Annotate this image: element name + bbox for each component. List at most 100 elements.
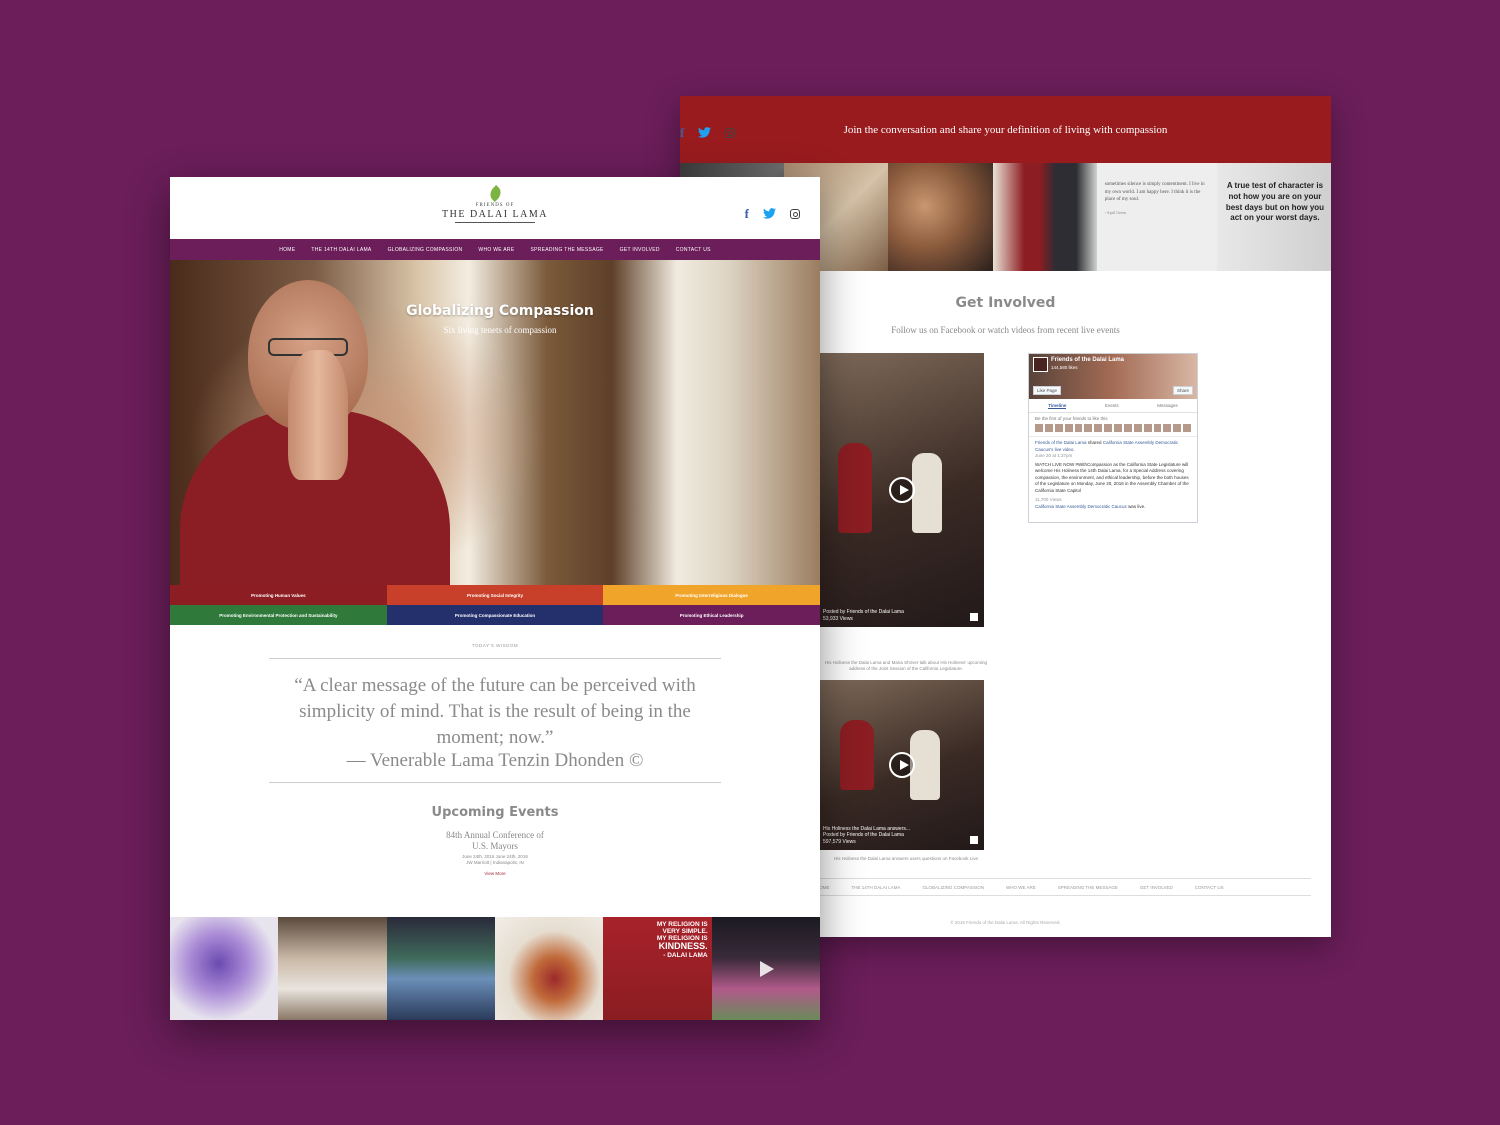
tenets-grid: Promoting Human Values Promoting Social …	[170, 585, 820, 625]
footer-nav-spreading[interactable]: SPREADING THE MESSAGE	[1058, 885, 1118, 890]
friend-avatar[interactable]	[1133, 424, 1142, 432]
friend-avatar[interactable]	[1153, 424, 1162, 432]
event-name[interactable]: 84th Annual Conference of U.S. Mayors	[170, 830, 820, 851]
twitter-icon[interactable]	[763, 208, 776, 219]
video-2-poster: Posted by Friends of the Dalai Lama	[823, 832, 904, 838]
hero-image: Globalizing Compassion Six living tenets…	[170, 260, 820, 585]
facebook-icon	[970, 836, 978, 844]
tenet-interreligious-dialogue[interactable]: Promoting Interreligious Dialogue	[603, 585, 820, 605]
tenet-environmental-protection[interactable]: Promoting Environmental Protection and S…	[170, 605, 387, 625]
nav-get-involved[interactable]: GET INVOLVED	[620, 247, 660, 253]
play-icon[interactable]	[759, 960, 774, 977]
friends-prompt: Be the first of your friends to like thi…	[1035, 416, 1108, 421]
video-1-caption: His Holiness the Dalai Lama and Maria Sh…	[825, 660, 987, 672]
friend-avatar[interactable]	[1084, 424, 1093, 432]
site-header: FRIENDS OF THE DALAI LAMA f	[170, 177, 820, 239]
header-social-icons: f	[745, 207, 800, 220]
banner-tagline: Join the conversation and share your def…	[843, 123, 1168, 136]
nav-dalai-lama[interactable]: THE 14TH DALAI LAMA	[311, 247, 371, 253]
view-more-link[interactable]: View More	[170, 871, 820, 876]
kindness-line-4: KINDNESS.	[658, 941, 708, 952]
video-player-2[interactable]: His Holiness the Dalai Lama answers... P…	[820, 680, 984, 850]
friend-avatar[interactable]	[1123, 424, 1132, 432]
nav-who-we-are[interactable]: WHO WE ARE	[478, 247, 514, 253]
video-1-views: 53,933 Views	[823, 615, 853, 622]
facebook-tabs: Timeline Events Messages	[1029, 399, 1197, 413]
strip-photo-handshake[interactable]	[992, 163, 1097, 271]
gallery-crowd[interactable]	[386, 917, 495, 1020]
facebook-page-name[interactable]: Friends of the Dalai Lama	[1051, 357, 1124, 363]
post-footer-link[interactable]: California State Assembly Democratic Cau…	[1035, 504, 1127, 509]
hero-praying-hands	[288, 350, 348, 480]
friend-avatar[interactable]	[1104, 424, 1112, 432]
kindness-quote: MY RELIGION IS VERY SIMPLE. MY RELIGION …	[603, 917, 711, 959]
friend-avatar[interactable]	[1094, 424, 1103, 432]
site-logo[interactable]: FRIENDS OF THE DALAI LAMA	[170, 185, 820, 223]
gallery-watercolor[interactable]	[170, 917, 279, 1020]
strip-quote-silence[interactable]: sometimes silence is simply contentment.…	[1096, 163, 1217, 271]
event-location: JW Marriott | Indianapolis, IN	[466, 860, 524, 866]
nav-globalizing-compassion[interactable]: GLOBALIZING COMPASSION	[388, 247, 463, 253]
nav-spreading-message[interactable]: SPREADING THE MESSAGE	[530, 247, 603, 253]
strip-photo-women[interactable]	[888, 163, 993, 271]
facebook-icon	[970, 613, 978, 621]
logo-underline	[455, 222, 535, 223]
gallery-dinner[interactable]	[278, 917, 387, 1020]
footer-nav-get-involved[interactable]: GET INVOLVED	[1140, 885, 1173, 890]
friend-avatar[interactable]	[1163, 424, 1172, 432]
logo-line-1: FRIENDS OF	[475, 203, 515, 208]
facebook-post: Friends of the Dalai Lama shared Califor…	[1029, 436, 1197, 513]
friend-avatar[interactable]	[1064, 424, 1073, 432]
tab-timeline[interactable]: Timeline	[1048, 403, 1067, 409]
footer-nav-dalai-lama[interactable]: THE 14TH DALAI LAMA	[852, 885, 901, 890]
instagram-icon[interactable]	[725, 127, 736, 138]
tab-messages[interactable]: Messages	[1157, 403, 1178, 409]
video-1-monk	[838, 443, 872, 533]
leaf-icon	[486, 185, 504, 202]
strip-quote-character[interactable]: A true test of character is not how you …	[1216, 163, 1331, 271]
tab-events[interactable]: Events	[1105, 403, 1119, 409]
facebook-icon[interactable]: f	[680, 126, 684, 139]
friend-avatar[interactable]	[1035, 424, 1043, 432]
post-author[interactable]: Friends of the Dalai Lama	[1035, 440, 1087, 445]
friend-avatar[interactable]	[1114, 424, 1122, 432]
friend-avatar[interactable]	[1183, 424, 1191, 432]
video-1-poster: Posted by Friends of the Dalai Lama	[823, 609, 904, 615]
footer-nav-who-we-are[interactable]: WHO WE ARE	[1006, 885, 1036, 890]
event-name-line-2: U.S. Mayors	[472, 840, 518, 851]
video-player-1[interactable]: Posted by Friends of the Dalai Lama 53,9…	[820, 353, 984, 627]
facebook-page-widget[interactable]: Friends of the Dalai Lama 144,580 likes …	[1028, 353, 1198, 523]
video-2-caption: His Holiness the Dalai Lama answers user…	[833, 856, 979, 861]
gallery-seated-monk[interactable]	[494, 917, 604, 1020]
instagram-icon[interactable]	[790, 208, 800, 219]
footer-nav-globalizing[interactable]: GLOBALIZING COMPASSION	[923, 885, 984, 890]
wisdom-label: TODAY'S WISDOM	[471, 643, 519, 648]
tenet-compassionate-education[interactable]: Promoting Compassionate Education	[386, 605, 604, 625]
share-button[interactable]: Share	[1172, 386, 1193, 395]
nav-home[interactable]: HOME	[279, 247, 295, 253]
video-2-monk	[840, 720, 874, 790]
friend-avatar[interactable]	[1074, 424, 1083, 432]
tenet-ethical-leadership[interactable]: Promoting Ethical Leadership	[603, 605, 820, 625]
footer-nav-contact[interactable]: CONTACT US	[1195, 885, 1224, 890]
post-footer: California State Assembly Democratic Cau…	[1035, 504, 1191, 511]
video-2-meta: His Holiness the Dalai Lama answers... P…	[823, 826, 910, 846]
event-name-line-1: 84th Annual Conference of	[446, 830, 544, 841]
twitter-icon[interactable]	[698, 127, 712, 138]
friend-avatar[interactable]	[1143, 424, 1152, 432]
nav-contact-us[interactable]: CONTACT US	[676, 247, 711, 253]
kindness-line-2: VERY SIMPLE.	[662, 928, 708, 936]
friend-avatar[interactable]	[1044, 424, 1053, 432]
friend-avatar[interactable]	[1173, 424, 1182, 432]
gallery-kindness-quote[interactable]: MY RELIGION IS VERY SIMPLE. MY RELIGION …	[603, 917, 712, 1020]
gallery-stage-video[interactable]	[711, 917, 820, 1020]
facebook-page-avatar[interactable]	[1033, 357, 1048, 372]
play-icon[interactable]	[889, 752, 915, 778]
tenet-social-integrity[interactable]: Promoting Social Integrity	[386, 585, 604, 605]
facebook-icon[interactable]: f	[745, 207, 749, 220]
friend-avatar[interactable]	[1054, 424, 1063, 432]
tenet-human-values[interactable]: Promoting Human Values	[170, 585, 387, 605]
post-time: June 20 at 1:37pm	[1035, 453, 1073, 459]
play-icon[interactable]	[889, 477, 915, 503]
like-page-button[interactable]: Like Page	[1033, 386, 1062, 395]
